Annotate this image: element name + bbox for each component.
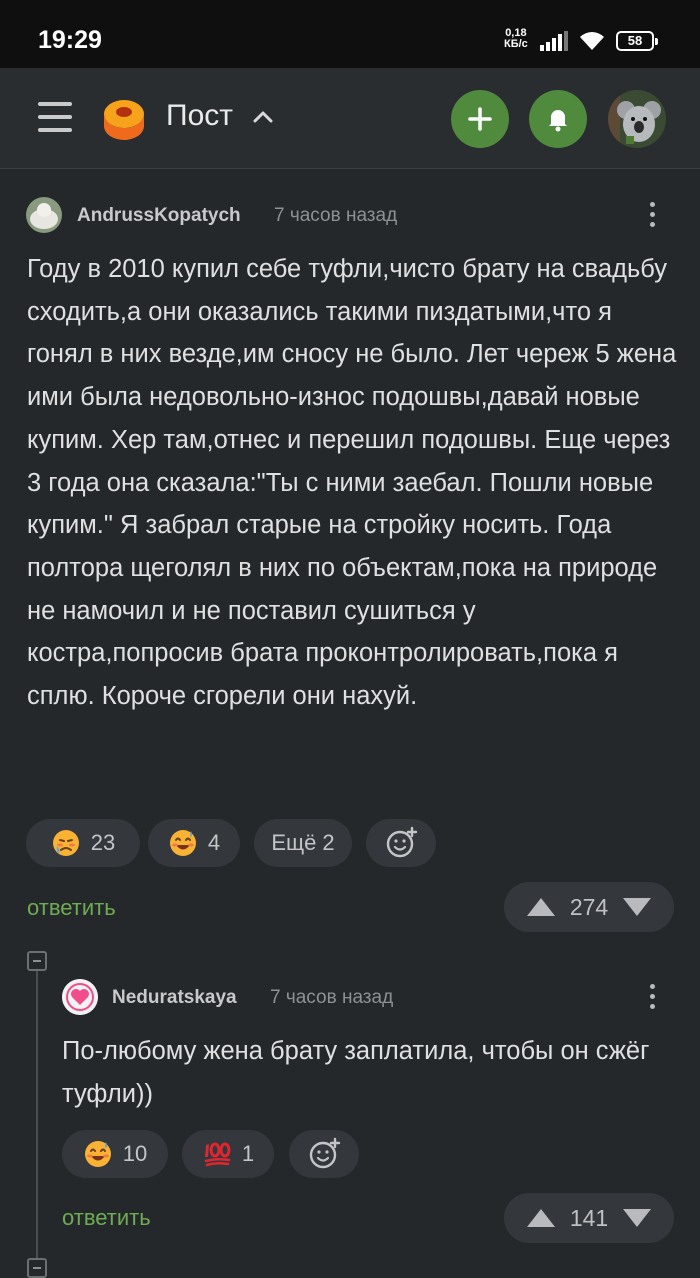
comment-author[interactable]: AndrussKopatych (77, 205, 241, 227)
comment-author-avatar[interactable] (26, 197, 62, 233)
status-bar: 19:29 0,18 КБ/с 58 (0, 0, 700, 68)
koala-avatar-image (608, 90, 666, 148)
comment: AndrussKopatych 7 часов назад Году в 201… (0, 168, 700, 948)
reply-link[interactable]: ответить (62, 1205, 151, 1231)
avatar[interactable] (608, 90, 666, 148)
reply-link[interactable]: ответить (27, 895, 116, 921)
comment-author-avatar[interactable] (62, 979, 98, 1015)
signal-icon (540, 31, 568, 51)
comment-author[interactable]: Neduratskaya (112, 987, 237, 1009)
add-reaction-icon (386, 826, 418, 858)
more-options-icon[interactable] (648, 202, 656, 232)
app-header: Пост (0, 68, 700, 169)
network-speed: 0,18 КБ/с (504, 28, 528, 50)
sheep-avatar-image (26, 197, 62, 233)
reaction-count: 10 (122, 1141, 148, 1166)
comment-text: Году в 2010 купил себе туфли,чисто брату… (27, 255, 677, 711)
sad-sweat-emoji-icon (52, 830, 79, 856)
reaction-chip[interactable]: 10 (62, 1130, 168, 1178)
status-time: 19:29 (38, 26, 102, 54)
reaction-count: 1 (241, 1141, 255, 1166)
add-reaction-button[interactable] (289, 1130, 359, 1178)
upvote-icon[interactable] (526, 897, 556, 917)
smiling-sweat-emoji-icon (169, 830, 196, 856)
upvote-icon[interactable] (526, 1208, 556, 1228)
rating-score: 274 (569, 893, 609, 920)
comment-rating: 141 (504, 1193, 674, 1243)
menu-icon[interactable] (38, 102, 72, 132)
battery-indicator: 58 (616, 31, 658, 51)
more-reactions-button[interactable]: Ещё 2 (254, 819, 352, 867)
reaction-chip[interactable]: 1 (182, 1130, 274, 1178)
add-reaction-button[interactable] (366, 819, 436, 867)
reaction-count: 23 (90, 830, 116, 855)
downvote-icon[interactable] (622, 1208, 652, 1228)
hundred-points-emoji-icon (204, 1142, 231, 1167)
bell-icon (549, 110, 567, 132)
reaction-chip[interactable]: 23 (26, 819, 140, 867)
reaction-chip[interactable]: 4 (148, 819, 240, 867)
network-speed-unit: КБ/с (504, 38, 528, 50)
chevron-up-icon[interactable] (252, 108, 274, 124)
more-reactions-label: Ещё 2 (271, 830, 335, 855)
notifications-button[interactable] (529, 90, 587, 148)
comment-text: По-любому жена брату заплатила, чтобы он… (62, 1037, 650, 1108)
add-reaction-icon (309, 1137, 341, 1169)
add-post-button[interactable] (451, 90, 509, 148)
wifi-icon (580, 32, 604, 50)
page-title[interactable]: Пост (166, 99, 233, 133)
plus-icon (468, 107, 492, 131)
heart-avatar-image (62, 979, 98, 1015)
collapse-thread-icon[interactable] (27, 1258, 47, 1278)
logo-icon[interactable] (98, 92, 150, 144)
rating-score: 141 (569, 1204, 609, 1231)
comment-time: 7 часов назад (274, 205, 398, 226)
comment-rating: 274 (504, 882, 674, 932)
reaction-count: 4 (207, 830, 221, 855)
comment: Neduratskaya 7 часов назад По-любому жен… (0, 960, 700, 1260)
smiling-sweat-emoji-icon (84, 1141, 111, 1167)
downvote-icon[interactable] (622, 897, 652, 917)
comment-time: 7 часов назад (270, 987, 394, 1008)
more-options-icon[interactable] (648, 984, 656, 1014)
